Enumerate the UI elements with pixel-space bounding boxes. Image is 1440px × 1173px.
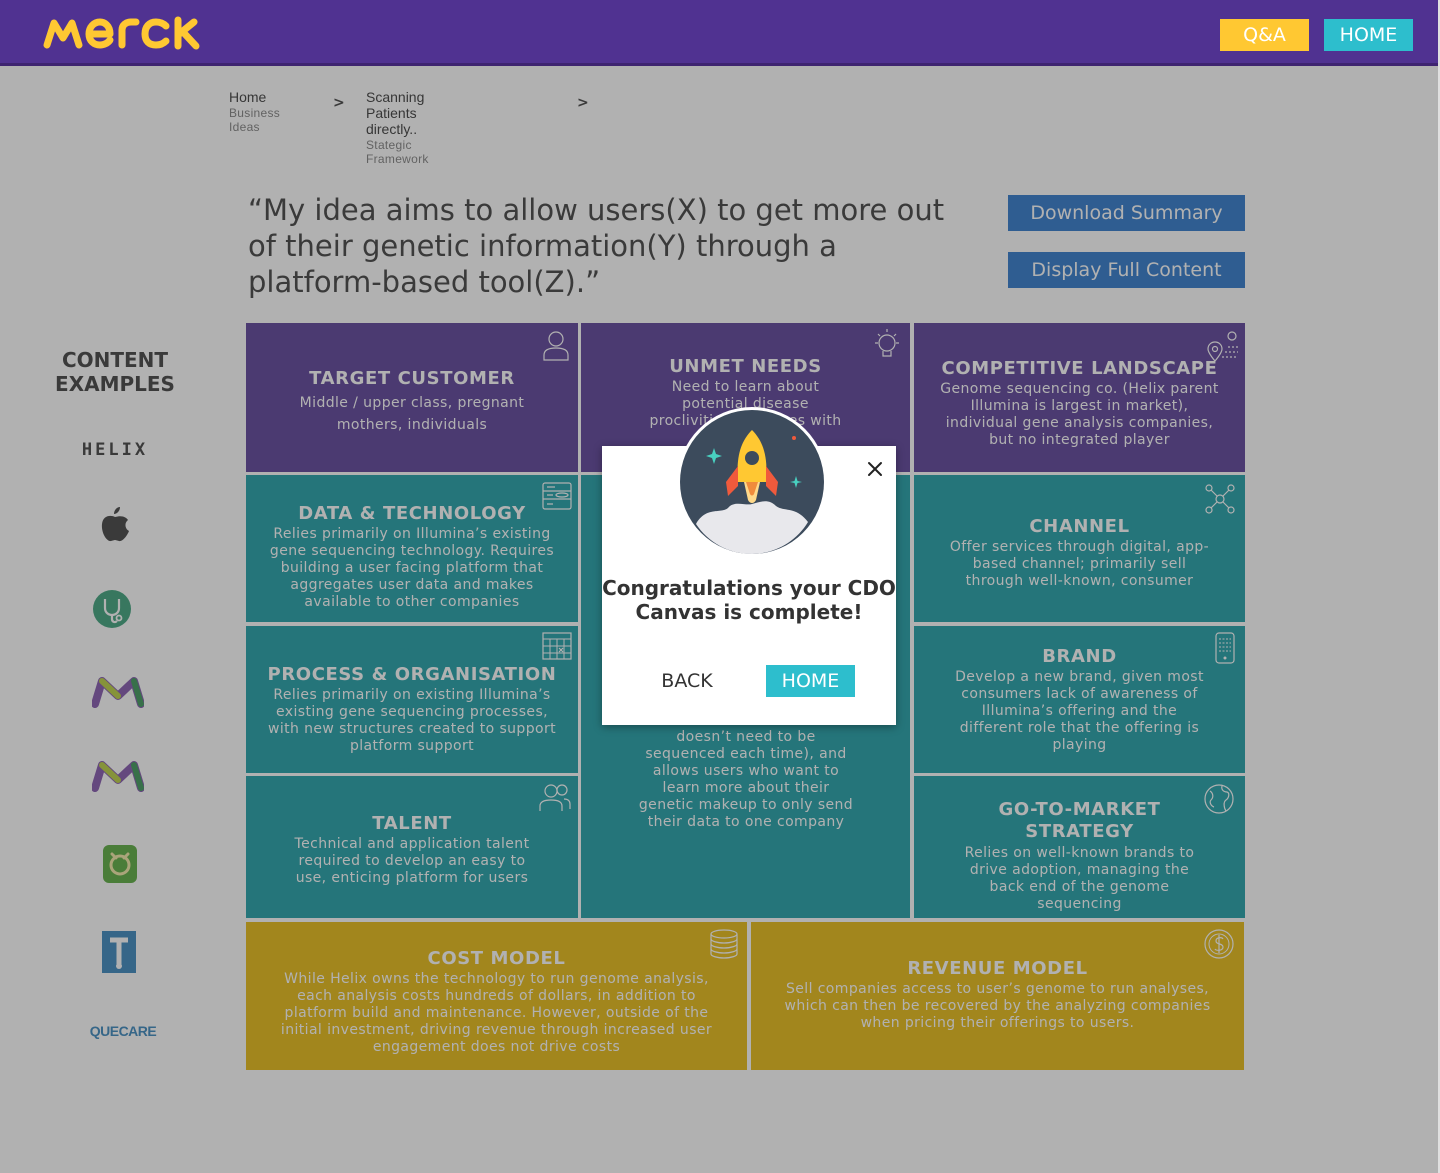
page: Q&A HOME Home Business Ideas > Scanning … (0, 0, 1440, 1173)
merck-logo[interactable] (42, 16, 230, 54)
rocket-icon (677, 407, 827, 557)
close-icon[interactable] (864, 458, 886, 480)
modal-message: Congratulations your CDO Canvas is compl… (602, 576, 896, 624)
top-bar: Q&A HOME (0, 0, 1440, 66)
home-button[interactable]: HOME (1324, 19, 1413, 51)
modal-home-button[interactable]: HOME (766, 665, 855, 697)
back-button[interactable]: BACK (648, 665, 726, 697)
qa-button[interactable]: Q&A (1220, 19, 1309, 51)
